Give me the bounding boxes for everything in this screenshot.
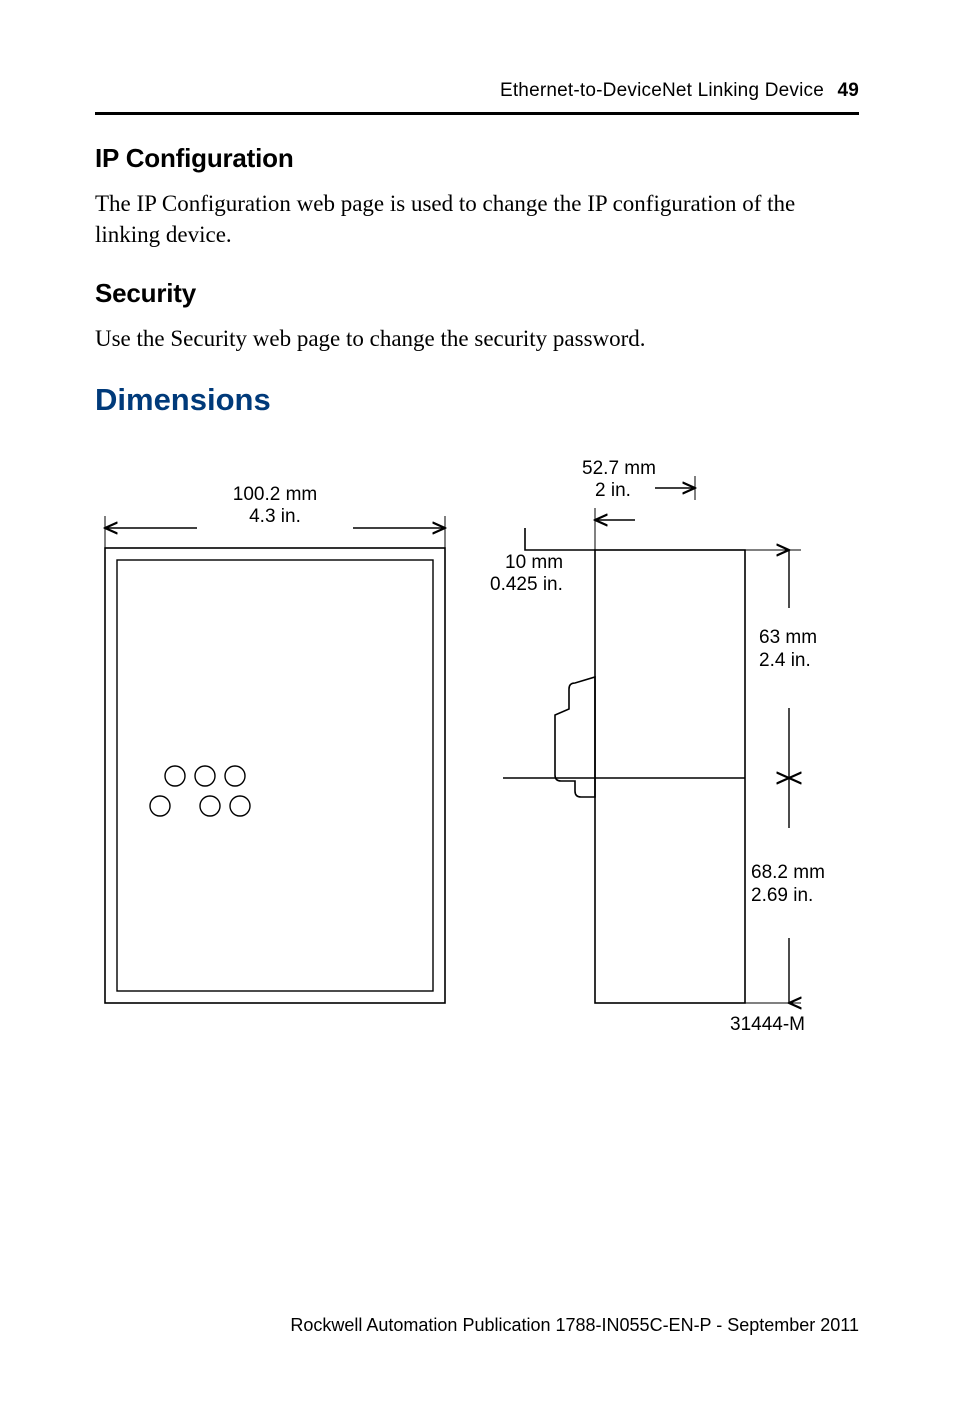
running-header: Ethernet-to-DeviceNet Linking Device 49 bbox=[95, 80, 859, 102]
footer-publication: Rockwell Automation Publication 1788-IN0… bbox=[290, 1315, 859, 1336]
header-rule bbox=[95, 112, 859, 115]
dim-depth-in: 2 in. bbox=[595, 480, 631, 501]
dim-lower-mm: 68.2 mm bbox=[751, 862, 825, 883]
dim-upper-mm: 63 mm bbox=[759, 627, 817, 648]
heading-ip-configuration: IP Configuration bbox=[95, 143, 859, 174]
body-security: Use the Security web page to change the … bbox=[95, 323, 859, 354]
drawing-number: 31444-M bbox=[730, 1014, 805, 1035]
dim-width-in: 4.3 in. bbox=[249, 506, 301, 527]
dim-lower-in: 2.69 in. bbox=[751, 885, 813, 906]
page-number: 49 bbox=[837, 80, 859, 101]
body-ip-configuration: The IP Configuration web page is used to… bbox=[95, 188, 859, 250]
dim-depth-mm: 52.7 mm bbox=[582, 458, 656, 479]
doc-title: Ethernet-to-DeviceNet Linking Device bbox=[500, 80, 824, 101]
dimensions-diagram: 100.2 mm 4.3 in. 52.7 mm 2 in. 10 mm bbox=[95, 458, 855, 1043]
heading-security: Security bbox=[95, 278, 859, 309]
dim-clip-mm: 10 mm bbox=[505, 552, 563, 573]
dimensions-svg: 100.2 mm 4.3 in. 52.7 mm 2 in. 10 mm bbox=[95, 458, 855, 1038]
heading-dimensions: Dimensions bbox=[95, 382, 859, 418]
dim-width-mm: 100.2 mm bbox=[233, 484, 317, 505]
dim-upper-in: 2.4 in. bbox=[759, 650, 811, 671]
dim-clip-in: 0.425 in. bbox=[490, 574, 563, 595]
